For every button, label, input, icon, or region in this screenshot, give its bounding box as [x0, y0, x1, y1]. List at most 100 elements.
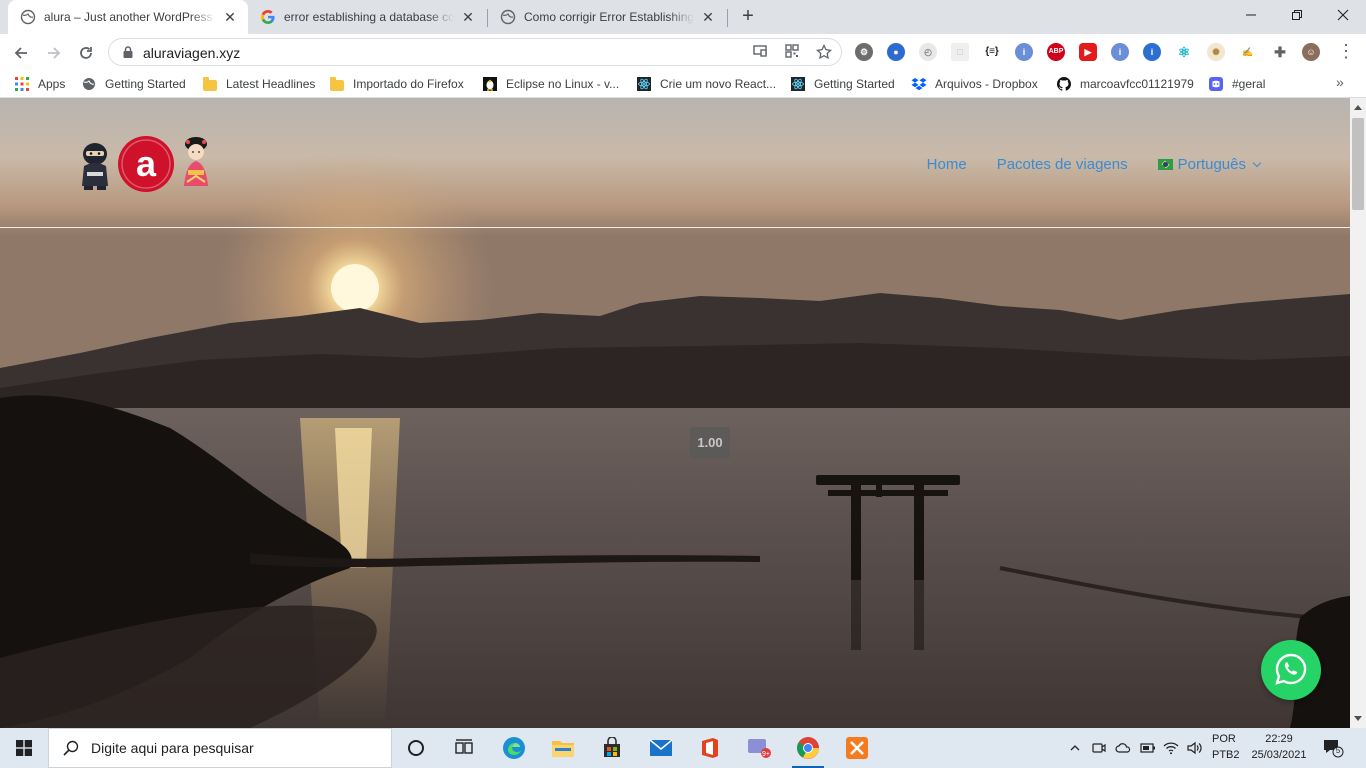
action-center-button[interactable]: 5: [1322, 738, 1344, 758]
tab-strip: alura – Just another WordPress site ✕ er…: [0, 0, 1366, 34]
qr-code-icon[interactable]: [783, 44, 801, 62]
site-logo[interactable]: a: [78, 134, 218, 194]
show-hidden-icons-chevron[interactable]: [1066, 728, 1084, 768]
taskbar-teams-app[interactable]: 9+: [735, 728, 783, 768]
search-icon: [63, 740, 79, 756]
bookmark-getting-started-react[interactable]: Getting Started: [790, 74, 895, 94]
close-icon[interactable]: ✕: [222, 9, 238, 25]
bookmark-star-icon[interactable]: [815, 43, 833, 62]
bookmark-label: #geral: [1232, 77, 1266, 91]
pattern-extension-icon[interactable]: ✺: [1207, 43, 1225, 61]
json-extension-icon[interactable]: {≡}: [983, 43, 1001, 61]
bookmark-dropbox[interactable]: Arquivos - Dropbox: [911, 74, 1038, 94]
input-language-indicator[interactable]: POR PTB2: [1212, 731, 1240, 763]
react-devtools-icon[interactable]: ⚛: [1175, 43, 1193, 61]
cast-icon[interactable]: [751, 44, 769, 62]
info-extension-icon[interactable]: i: [1143, 43, 1161, 61]
bookmark-importado-firefox[interactable]: Importado do Firefox: [329, 74, 464, 94]
video-app-icon: 9+: [748, 739, 771, 758]
clock-extension-icon[interactable]: ◴: [919, 43, 937, 61]
tab-como-corrigir[interactable]: Como corrigir Error Establishing a Datab…: [488, 0, 726, 34]
address-bar[interactable]: aluraviagen.xyz: [108, 38, 842, 66]
taskbar-xampp[interactable]: [833, 728, 881, 768]
tab-title: Como corrigir Error Establishing a Datab…: [524, 10, 694, 24]
address-text[interactable]: aluraviagen.xyz: [143, 45, 240, 61]
bookmark-discord-geral[interactable]: #geral: [1208, 74, 1265, 94]
tab-alura[interactable]: alura – Just another WordPress site ✕: [8, 0, 248, 34]
nav-home[interactable]: Home: [927, 156, 967, 173]
bookmark-apps[interactable]: Apps: [14, 74, 65, 94]
clock-time: 22:29: [1265, 733, 1293, 745]
video-speed-badge[interactable]: 1.00: [690, 427, 730, 459]
xampp-icon: [846, 737, 868, 759]
info-extension-icon[interactable]: i: [1015, 43, 1033, 61]
translate-extension-icon[interactable]: ✍: [1239, 43, 1257, 61]
taskbar-store[interactable]: [588, 728, 636, 768]
puzzle-extensions-icon[interactable]: ✚: [1271, 43, 1289, 61]
world-extension-icon[interactable]: ●: [887, 43, 905, 61]
system-clock[interactable]: 22:29 25/03/2021: [1248, 731, 1310, 763]
page-scrollbar[interactable]: [1350, 98, 1366, 728]
youtube-extension-icon[interactable]: ▶: [1079, 43, 1097, 61]
scrollbar-thumb[interactable]: [1352, 118, 1364, 210]
taskbar-search[interactable]: Digite aqui para pesquisar: [48, 728, 392, 768]
scroll-down-arrow-icon[interactable]: [1354, 716, 1362, 721]
onedrive-icon[interactable]: [1113, 728, 1133, 768]
wifi-icon[interactable]: [1161, 728, 1181, 768]
bookmark-getting-started[interactable]: Getting Started: [81, 74, 186, 94]
battery-icon[interactable]: [1138, 728, 1158, 768]
github-icon: [1056, 76, 1072, 92]
bookmark-label: Apps: [38, 77, 66, 91]
whatsapp-chat-button[interactable]: [1261, 640, 1321, 700]
new-tab-button[interactable]: +: [736, 5, 760, 29]
dropbox-icon: [911, 76, 927, 92]
blank-extension-icon[interactable]: □: [951, 43, 969, 61]
whatsapp-icon: [1274, 652, 1308, 689]
taskbar-office[interactable]: [686, 728, 734, 768]
windows-taskbar: Digite aqui para pesquisar 9+ POR PTB2 2…: [0, 728, 1366, 768]
back-icon[interactable]: [9, 40, 33, 64]
ninja-mascot: [82, 143, 108, 190]
restore-icon[interactable]: [1274, 0, 1320, 30]
language-switcher[interactable]: Português: [1157, 156, 1262, 173]
close-icon[interactable]: ✕: [460, 9, 476, 25]
chevron-more-bookmarks-icon[interactable]: »: [1336, 74, 1344, 90]
cortana-button[interactable]: [392, 728, 440, 768]
google-icon: [260, 9, 276, 25]
close-window-icon[interactable]: [1320, 0, 1366, 30]
taskbar-file-explorer[interactable]: [539, 728, 587, 768]
meet-now-icon[interactable]: [1090, 728, 1108, 768]
site-navigation: Home Pacotes de viagens Português: [927, 156, 1262, 173]
bookmark-eclipse-linux[interactable]: Eclipse no Linux - v...: [482, 74, 619, 94]
scroll-up-arrow-icon[interactable]: [1354, 105, 1362, 110]
close-icon[interactable]: ✕: [700, 9, 716, 25]
nav-pacotes-de-viagens[interactable]: Pacotes de viagens: [997, 156, 1128, 173]
minimize-icon[interactable]: [1228, 0, 1274, 30]
profile-avatar[interactable]: ☺: [1302, 43, 1320, 61]
cortana-icon: [408, 740, 424, 756]
bookmark-latest-headlines[interactable]: Latest Headlines: [202, 74, 315, 94]
reload-icon[interactable]: [74, 40, 98, 64]
gear-extension-icon[interactable]: ⚙: [855, 43, 873, 61]
svg-text:9+: 9+: [762, 751, 770, 758]
adblock-icon[interactable]: ABP: [1047, 43, 1065, 61]
lock-icon[interactable]: [121, 45, 135, 59]
bookmark-label: Importado do Firefox: [353, 77, 464, 91]
tab-title: alura – Just another WordPress site: [44, 10, 216, 24]
chevron-down-icon: [1252, 158, 1262, 168]
forward-icon[interactable]: [42, 40, 66, 64]
info-extension-icon[interactable]: i: [1111, 43, 1129, 61]
bookmark-label: Crie um novo React...: [660, 77, 777, 91]
start-button[interactable]: [0, 728, 48, 768]
task-view-button[interactable]: [440, 728, 488, 768]
taskbar-mail[interactable]: [637, 728, 685, 768]
tab-title: error establishing a database connection: [284, 10, 454, 24]
bookmark-crie-react[interactable]: Crie um novo React...: [636, 74, 776, 94]
taskbar-chrome[interactable]: [784, 728, 832, 768]
globe-icon: [20, 9, 36, 25]
more-menu-icon[interactable]: ⋮: [1336, 42, 1356, 62]
bookmark-github[interactable]: marcoavfcc01121979: [1056, 74, 1194, 94]
taskbar-edge[interactable]: [490, 728, 538, 768]
tab-error-search[interactable]: error establishing a database connection…: [248, 0, 486, 34]
volume-icon[interactable]: [1185, 728, 1205, 768]
